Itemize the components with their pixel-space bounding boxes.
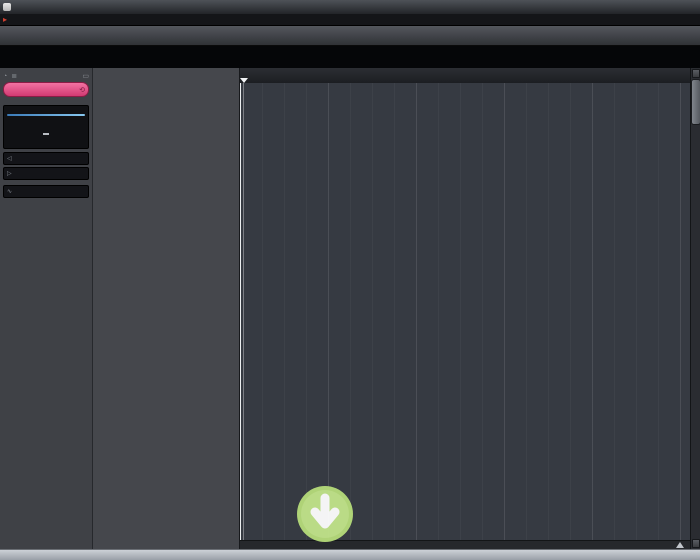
pan-control[interactable] bbox=[7, 122, 85, 140]
vertical-scroll-thumb[interactable] bbox=[690, 79, 700, 125]
inspector-panel: ◔ ≣ ▭ ⟲ ◁ ▷ ∿ bbox=[0, 68, 93, 549]
info-line bbox=[0, 46, 700, 68]
output-routing[interactable]: ▷ bbox=[3, 167, 89, 180]
vertical-scrollbar[interactable] bbox=[690, 68, 700, 549]
menu-bar: ▸ bbox=[0, 14, 700, 26]
fader-section[interactable] bbox=[3, 105, 89, 149]
track-list bbox=[93, 68, 240, 549]
volume-slider[interactable] bbox=[7, 114, 85, 116]
window-bottom-edge bbox=[0, 549, 700, 560]
timeline-ruler[interactable] bbox=[240, 68, 690, 84]
arrange-view[interactable] bbox=[240, 68, 690, 540]
toolbar bbox=[0, 26, 700, 46]
reset-icon[interactable]: ▭ bbox=[82, 72, 89, 80]
playhead-line bbox=[240, 83, 241, 540]
download-icon bbox=[297, 486, 353, 542]
selected-track-header[interactable]: ⟲ bbox=[3, 82, 89, 97]
chain-icon: ∿ bbox=[7, 189, 13, 195]
event-lanes[interactable] bbox=[240, 83, 690, 540]
project-window-icon[interactable]: ▸ bbox=[3, 15, 7, 24]
app-icon bbox=[3, 3, 11, 11]
inspector-settings-icon[interactable]: ≣ bbox=[11, 72, 17, 80]
chain-selector[interactable]: ∿ bbox=[3, 185, 89, 198]
nuendo-window: ▸ ◔ ≣ ▭ ⟲ ◁ ▷ ∿ bbox=[0, 0, 700, 560]
output-icon: ▷ bbox=[7, 171, 12, 177]
input-routing[interactable]: ◁ bbox=[3, 152, 89, 165]
track-list-header bbox=[93, 68, 239, 83]
track-visibility-icon[interactable]: ◔ bbox=[3, 73, 7, 80]
title-bar[interactable] bbox=[0, 0, 700, 14]
edit-channel-icon[interactable]: ⟲ bbox=[79, 86, 85, 94]
scroll-minimize-button[interactable] bbox=[691, 69, 700, 78]
watermark bbox=[295, 484, 695, 544]
inspector-header: ◔ ≣ ▭ bbox=[3, 70, 89, 82]
input-icon: ◁ bbox=[7, 156, 12, 162]
